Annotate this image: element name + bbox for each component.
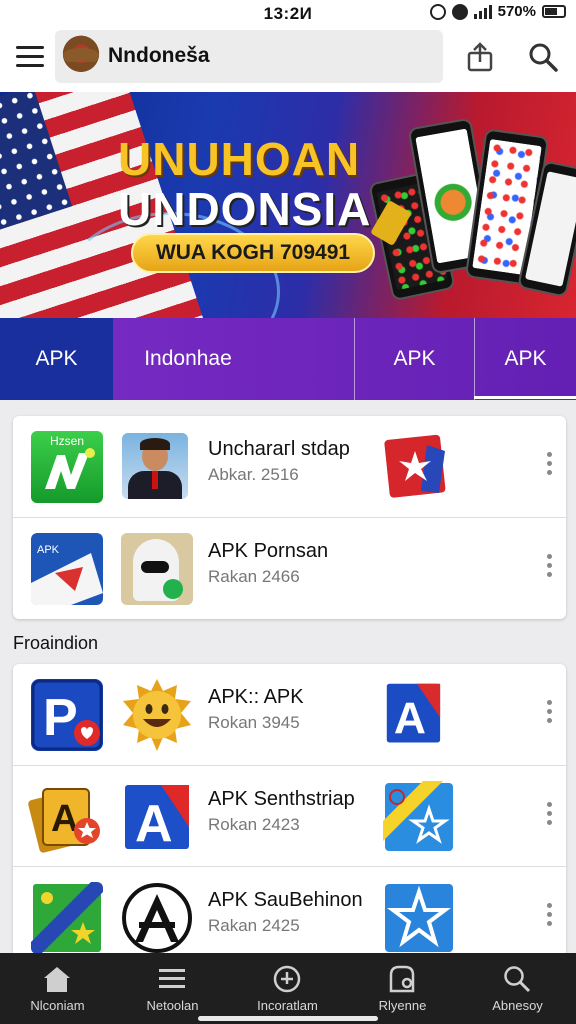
- app-green-star-icon: [31, 882, 103, 954]
- tab-indicator: [474, 396, 576, 399]
- app-subtitle: Rokan 3945: [208, 713, 300, 732]
- tab-apk[interactable]: APK: [0, 318, 113, 400]
- list-item[interactable]: A A APK Senthstriap Rokan 2423: [13, 765, 566, 866]
- alarm-icon: [429, 3, 446, 20]
- nav-label: Abnesoy: [492, 998, 543, 1013]
- app-cards-icon: A: [28, 788, 100, 853]
- list-icon: [159, 969, 185, 988]
- nav-search[interactable]: Abnesoy: [460, 953, 576, 1024]
- section-card: P APK:: APK Rokan 3945 A A A APK Senthst…: [13, 664, 566, 954]
- nav-label: Nlconiam: [30, 998, 85, 1013]
- app-subtitle: Rakan 2425: [208, 916, 300, 935]
- status-bar: 13:2И 570%: [0, 0, 576, 26]
- nav-label: Incoratlam: [257, 998, 318, 1013]
- app-title: Uncharaгl stdap: [208, 438, 350, 460]
- nav-home[interactable]: Nlconiam: [0, 953, 115, 1024]
- banner-title-line1: UNUHOAN: [118, 133, 361, 185]
- tab-apk-3[interactable]: APK: [474, 318, 576, 400]
- app-star-icon: [384, 434, 446, 498]
- list-item[interactable]: APK SauBehinon Rakan 2425: [13, 866, 566, 967]
- download-icon: [273, 965, 301, 993]
- more-options-icon[interactable]: [543, 700, 555, 728]
- app-blue-star-icon: [385, 884, 453, 952]
- nav-profile[interactable]: Rlyenne: [345, 953, 460, 1024]
- home-icon: [44, 967, 70, 992]
- app-title: APK:: APK: [208, 686, 304, 708]
- banner-title-line2: UNDONSIA: [118, 183, 372, 235]
- app-title: APK Pornsan: [208, 540, 329, 562]
- list-item[interactable]: P APK:: APK Rokan 3945 A: [13, 664, 566, 765]
- battery-percent: 570%: [497, 3, 536, 20]
- nav-list[interactable]: Netoolan: [115, 953, 230, 1024]
- app-anarchy-icon: [122, 883, 192, 953]
- svg-text:APK: APK: [37, 544, 60, 556]
- profile-icon: [389, 965, 415, 993]
- more-options-icon[interactable]: [543, 452, 555, 480]
- list-item[interactable]: APK APK Pornsan Rakan 2466: [13, 517, 566, 618]
- brand-title: Nndoneša: [108, 44, 210, 67]
- status-icons: 570%: [429, 3, 566, 20]
- section-title: Froaindion: [13, 633, 99, 653]
- app-a-logo-icon: A: [386, 683, 441, 744]
- emblem-logo: [59, 34, 103, 78]
- svg-text:A: A: [135, 795, 173, 853]
- app-title: APK Senthstriap: [208, 788, 355, 810]
- featured-card: Hzsen Uncharaгl stdap Abkar. 2516 APK AP…: [13, 416, 566, 619]
- search-icon[interactable]: [528, 42, 558, 72]
- app-a-red-icon: A: [125, 785, 189, 853]
- category-tabs: APK Indonhae APK APK: [0, 318, 576, 400]
- app-star-ribbon-icon: [383, 781, 453, 851]
- nav-label: Rlyenne: [378, 998, 427, 1013]
- notification-icon: [451, 3, 468, 20]
- svg-text:P: P: [43, 689, 78, 747]
- nav-download[interactable]: Incoratlam: [230, 953, 345, 1024]
- more-options-icon[interactable]: [543, 903, 555, 931]
- app-parking-icon: P: [31, 679, 103, 751]
- app-map-icon: APK: [31, 533, 103, 605]
- tab-apk-2[interactable]: APK: [354, 318, 474, 400]
- signal-icon: [473, 4, 492, 19]
- app-title: APK SauBehinon: [208, 889, 363, 911]
- menu-icon[interactable]: [16, 46, 44, 68]
- promo-banner[interactable]: UNUHOAN UNDONSIA WUA KOGH 709491: [0, 92, 576, 318]
- list-item[interactable]: Hzsen Uncharaгl stdap Abkar. 2516: [13, 416, 566, 517]
- svg-text:A: A: [394, 695, 426, 744]
- home-indicator[interactable]: [198, 1016, 378, 1021]
- share-icon[interactable]: [466, 42, 494, 72]
- app-bar: Nndoneša: [0, 26, 576, 92]
- tab-indonhae[interactable]: Indonhae: [113, 318, 263, 400]
- banner-cta-button[interactable]: WUA KOGH 709491: [131, 233, 375, 273]
- app-subtitle: Rakan 2466: [208, 567, 300, 586]
- ghost-avatar-icon: [121, 533, 193, 605]
- app-subtitle: Rokan 2423: [208, 815, 300, 834]
- app-logo-icon: Hzsen: [31, 431, 103, 503]
- brand-search-box[interactable]: Nndoneša: [55, 30, 443, 83]
- battery-icon: [542, 5, 566, 18]
- app-subtitle: Abkar. 2516: [208, 465, 299, 484]
- search-icon: [504, 966, 531, 993]
- more-options-icon[interactable]: [543, 802, 555, 830]
- bottom-navigation: Nlconiam Netoolan Incoratlam Rlyenne Abn…: [0, 953, 576, 1024]
- more-options-icon[interactable]: [543, 554, 555, 582]
- smiley-sun-icon: [123, 679, 191, 751]
- nav-label: Netoolan: [146, 998, 199, 1013]
- person-photo-icon: [122, 433, 188, 499]
